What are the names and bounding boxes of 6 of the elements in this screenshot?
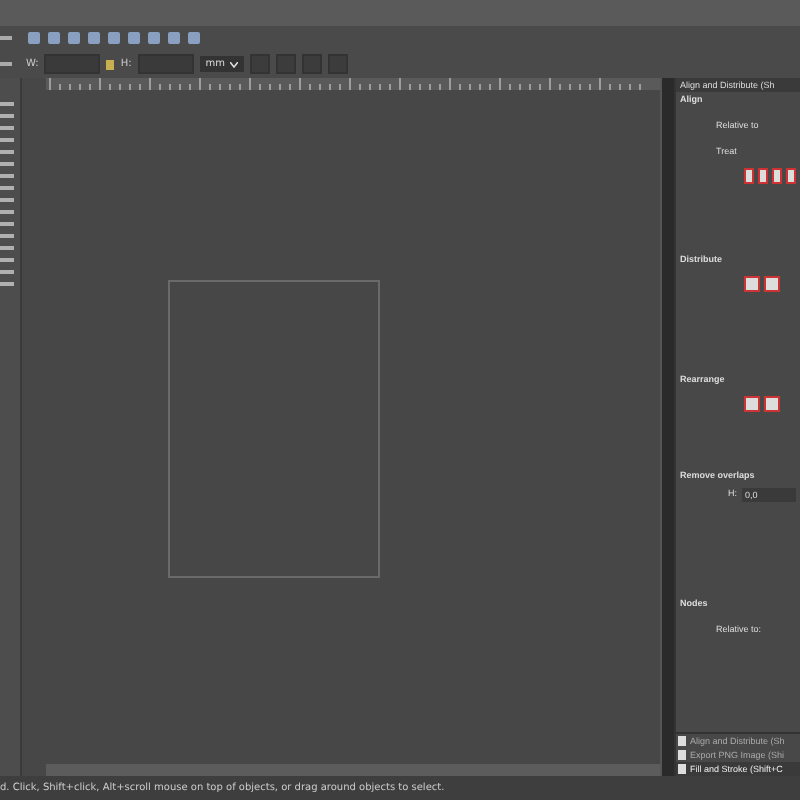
horizontal-scrollbar[interactable] xyxy=(46,764,660,776)
vertical-scrollbar[interactable] xyxy=(660,78,674,776)
shortcut-mark xyxy=(0,62,12,66)
lock-icon[interactable] xyxy=(106,59,115,69)
caret-icon xyxy=(229,61,238,67)
shortcut-mark xyxy=(0,36,12,40)
